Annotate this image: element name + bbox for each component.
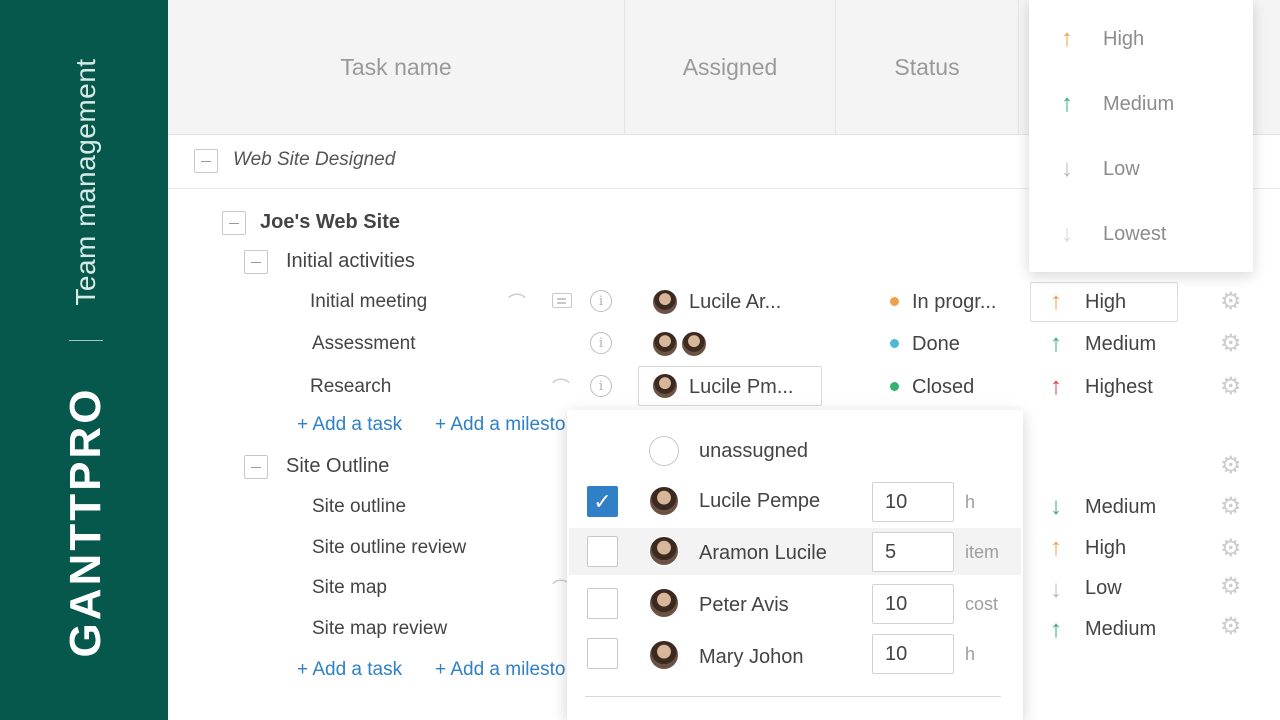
project-title: Joe's Web Site [260,211,400,233]
avatar [649,486,679,516]
assignee-name[interactable]: Lucile Pempe [699,490,820,513]
subproject-title: Initial activities [286,250,415,272]
avatar [652,331,678,357]
priority-down-icon: ↓ [1050,576,1062,603]
assignee-checkbox[interactable] [587,588,618,619]
assignee-name[interactable]: Peter Avis [699,594,789,617]
add-milestone-link[interactable]: + Add a milesto [435,659,565,681]
brand-sidebar: Team management GANTTPRO [0,0,168,720]
assignment-unit: item [965,542,1000,562]
assignee-name[interactable]: Lucile Pm... [689,376,793,399]
priority-option-high[interactable]: High [1103,28,1144,51]
gear-icon[interactable]: ⚙ [1220,290,1242,314]
collapse-subproject-button[interactable] [244,250,268,274]
section-title: Team management [70,58,101,306]
priority-text[interactable]: High [1085,291,1126,314]
status-dot [890,382,899,391]
add-task-link[interactable]: + Add a task [297,414,402,436]
priority-down-icon: ↓ [1061,155,1073,182]
assignee-name[interactable]: Aramon Lucile [699,542,827,565]
gear-icon[interactable]: ⚙ [1220,454,1242,478]
info-icon[interactable]: i [590,290,612,312]
priority-text[interactable]: Medium [1085,618,1156,641]
avatar [649,640,679,670]
priority-up-icon: ↑ [1050,288,1062,315]
priority-text[interactable]: Medium [1085,333,1156,356]
assignee-name[interactable]: Lucile Ar... [689,291,781,314]
priority-text[interactable]: High [1085,537,1126,560]
gear-icon[interactable]: ⚙ [1220,495,1242,519]
add-milestone-link[interactable]: + Add a milesto [435,414,565,436]
avatar [652,373,678,399]
assignee-checkbox[interactable]: ✓ [587,486,618,517]
attachment-icon[interactable]: ⌒ [508,289,526,315]
avatar [649,536,679,566]
ganttpro-logo: GANTTPRO [61,386,110,658]
collapse-subproject-button[interactable] [244,455,268,479]
divider [585,696,1001,697]
status-text[interactable]: Closed [912,376,974,399]
assignment-unit: h [965,644,976,664]
priority-up-icon: ↑ [1061,90,1073,117]
priority-text[interactable]: Medium [1085,496,1156,519]
priority-option-lowest[interactable]: Lowest [1103,223,1166,246]
gear-icon[interactable]: ⚙ [1220,375,1242,399]
divider [69,340,103,341]
task-name[interactable]: Initial meeting [310,291,427,313]
assignment-value-input[interactable]: 10 [872,482,954,522]
priority-up-icon: ↑ [1050,534,1062,561]
add-task-link[interactable]: + Add a task [297,659,402,681]
avatar [652,289,678,315]
priority-up-icon: ↑ [1050,616,1062,643]
task-name[interactable]: Site map [312,577,387,599]
assignee-name[interactable]: Mary Johon [699,646,804,669]
priority-up-icon: ↑ [1061,25,1073,52]
comment-icon[interactable] [552,293,572,308]
column-status[interactable]: Status [836,0,1019,134]
info-icon[interactable]: i [590,332,612,354]
column-assigned[interactable]: Assigned [625,0,836,134]
status-dot [890,297,899,306]
priority-down-icon: ↓ [1061,220,1073,247]
priority-dropdown: ↑ High ↑ Medium ↓ Low ↓ Lowest [1029,0,1253,272]
unassigned-radio[interactable] [649,436,679,466]
assignment-value-input[interactable]: 10 [872,634,954,674]
task-name[interactable]: Assessment [312,333,415,355]
assignment-unit: cost [965,594,999,614]
collapse-project-button[interactable] [222,211,246,235]
attachment-icon[interactable]: ⌒ [552,374,570,400]
gear-icon[interactable]: ⚙ [1220,615,1242,639]
task-name[interactable]: Site map review [312,618,447,640]
task-name[interactable]: Research [310,376,391,398]
avatar [649,588,679,618]
collapse-group-button[interactable] [194,149,218,173]
status-text[interactable]: In progr... [912,291,997,314]
gear-icon[interactable]: ⚙ [1220,332,1242,356]
gear-icon[interactable]: ⚙ [1220,575,1242,599]
unassigned-label[interactable]: unassugned [699,440,808,463]
assignment-value-input[interactable]: 5 [872,532,954,572]
assignment-unit: h [965,492,976,512]
priority-text[interactable]: Low [1085,577,1122,600]
priority-up-icon: ↑ [1050,330,1062,357]
priority-option-low[interactable]: Low [1103,158,1140,181]
assignee-checkbox[interactable] [587,536,618,567]
group-title: Web Site Designed [233,149,396,170]
status-dot [890,339,899,348]
gear-icon[interactable]: ⚙ [1220,537,1242,561]
priority-text[interactable]: Highest [1085,376,1153,399]
priority-up-icon: ↑ [1050,373,1062,400]
avatar [681,331,707,357]
column-task-name[interactable]: Task name [168,0,625,134]
assignee-checkbox[interactable] [587,638,618,669]
subproject-title: Site Outline [286,455,390,477]
assignee-dropdown: unassugned ✓ Lucile Pempe 10 h Aramon Lu… [567,410,1023,720]
status-text[interactable]: Done [912,333,960,356]
priority-option-medium[interactable]: Medium [1103,93,1174,116]
priority-down-icon: ↓ [1050,493,1062,520]
task-name[interactable]: Site outline review [312,537,466,559]
assignment-value-input[interactable]: 10 [872,584,954,624]
task-name[interactable]: Site outline [312,496,406,518]
info-icon[interactable]: i [590,375,612,397]
